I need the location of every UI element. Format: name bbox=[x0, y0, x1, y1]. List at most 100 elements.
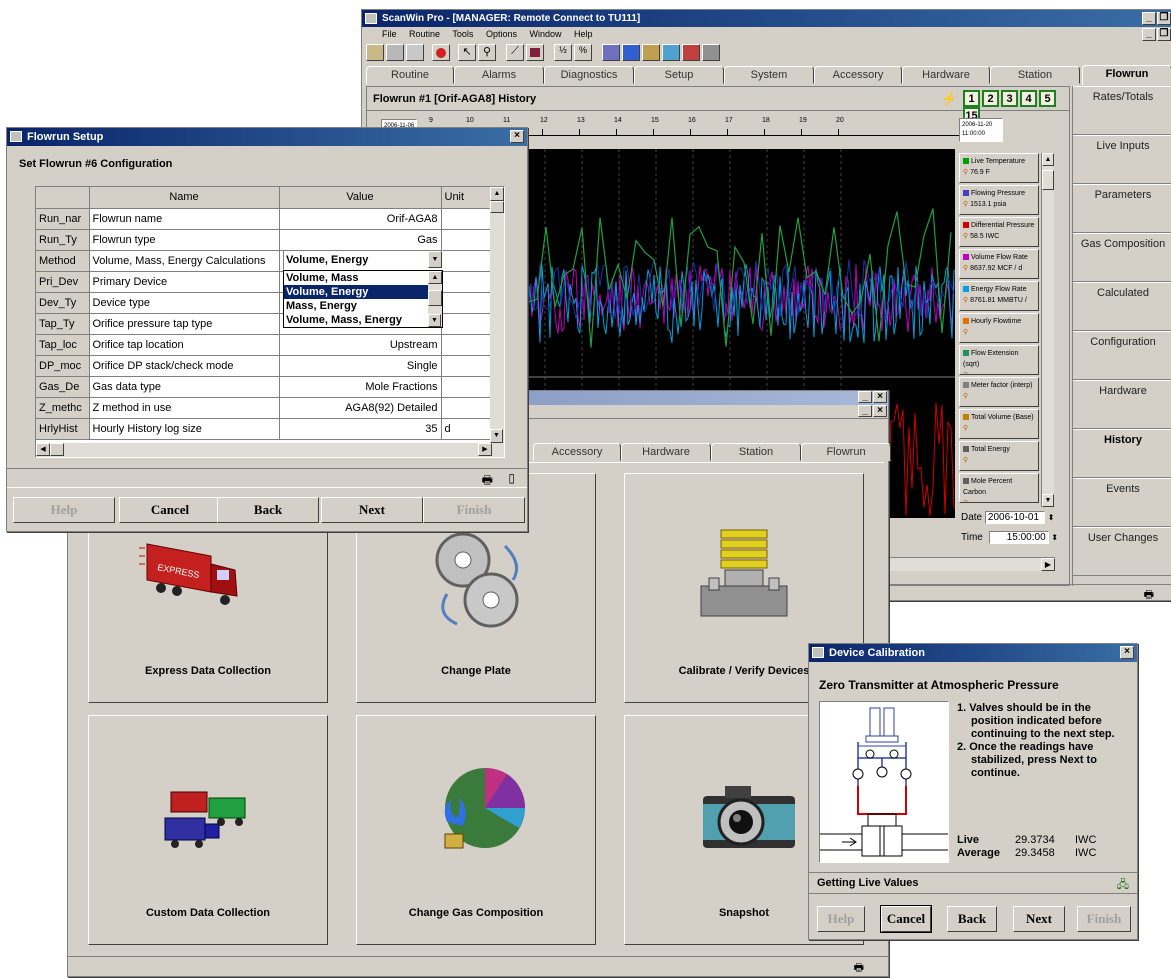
scroll-up-icon[interactable]: ▲ bbox=[1042, 153, 1054, 166]
open-icon[interactable] bbox=[366, 44, 384, 61]
setup-next-button[interactable]: Next bbox=[321, 497, 423, 523]
menu-item-tools[interactable]: Tools bbox=[452, 29, 473, 39]
tasks-tab-flowrun[interactable]: Flowrun bbox=[801, 443, 891, 461]
setup-row[interactable]: Z_methc Z method in use AGA8(92) Detailed bbox=[36, 397, 492, 419]
tab-system[interactable]: System bbox=[724, 66, 814, 84]
channel-item[interactable]: Differential Pressure ⚲ 58.5 IWC bbox=[959, 217, 1039, 247]
setup-help-button[interactable]: Help bbox=[13, 497, 115, 523]
method-combobox[interactable]: Volume, Energy ▼ bbox=[283, 250, 443, 270]
gas-icon[interactable] bbox=[622, 44, 640, 61]
zoom-icon[interactable]: ⚲ bbox=[478, 44, 496, 61]
run-button-1[interactable]: 1 bbox=[963, 90, 980, 107]
tasks-close-icon[interactable]: × bbox=[873, 391, 887, 403]
chart-icon[interactable]: ⟋ bbox=[506, 44, 524, 61]
calc-icon[interactable]: ½ bbox=[554, 44, 572, 61]
setup-row[interactable]: Gas_De Gas data type Mole Fractions bbox=[36, 376, 492, 398]
sidebar-item-rates-totals[interactable]: Rates/Totals bbox=[1073, 86, 1171, 135]
grid-scroll-right-icon[interactable]: ▶ bbox=[478, 443, 492, 456]
calib-next-button[interactable]: Next bbox=[1013, 906, 1065, 932]
tab-setup[interactable]: Setup bbox=[634, 66, 724, 84]
grid-h-scrollbar[interactable]: ◀ ▶ bbox=[36, 443, 504, 457]
row-value[interactable]: Gas bbox=[279, 229, 442, 251]
tasks-tab-station[interactable]: Station bbox=[711, 443, 801, 461]
run-button-5[interactable]: 5 bbox=[1039, 90, 1056, 107]
sidebar-item-hardware[interactable]: Hardware bbox=[1073, 380, 1171, 429]
menu-item-help[interactable]: Help bbox=[574, 29, 593, 39]
run-button-3[interactable]: 3 bbox=[1001, 90, 1018, 107]
dropdown-up-icon[interactable]: ▲ bbox=[428, 271, 442, 284]
calib-help-button[interactable]: Help bbox=[817, 906, 865, 932]
percent-icon[interactable]: % bbox=[574, 44, 592, 61]
tasks-tab-accessory[interactable]: Accessory bbox=[533, 443, 621, 461]
run-button-4[interactable]: 4 bbox=[1020, 90, 1037, 107]
setup-finish-button[interactable]: Finish bbox=[423, 497, 525, 523]
station-icon[interactable] bbox=[642, 44, 660, 61]
dropdown-scrollbar[interactable]: ▲ ▼ bbox=[428, 271, 442, 327]
calib-back-button[interactable]: Back bbox=[947, 906, 997, 932]
dropdown-option[interactable]: Volume, Mass bbox=[284, 271, 429, 285]
menu-item-window[interactable]: Window bbox=[529, 29, 561, 39]
calib-finish-button[interactable]: Finish bbox=[1077, 906, 1131, 932]
channel-item[interactable]: Volume Flow Rate ⚲ 8637.92 MCF / d bbox=[959, 249, 1039, 279]
row-value[interactable]: Upstream bbox=[279, 334, 442, 356]
grid-scroll-thumb[interactable] bbox=[490, 201, 504, 213]
row-value[interactable]: AGA8(92) Detailed bbox=[279, 397, 442, 419]
tab-station[interactable]: Station bbox=[990, 66, 1080, 84]
preview-icon[interactable] bbox=[406, 44, 424, 61]
tab-flowrun[interactable]: Flowrun bbox=[1082, 65, 1171, 85]
time-input[interactable]: 15:00:00 bbox=[988, 531, 1049, 544]
scroll-thumb[interactable] bbox=[1042, 170, 1054, 190]
grid-scroll-left-icon[interactable]: ◀ bbox=[36, 443, 50, 456]
restore-icon[interactable]: ❐ bbox=[1157, 12, 1171, 25]
menu-item-routine[interactable]: Routine bbox=[409, 29, 440, 39]
row-value[interactable]: Orif-AGA8 bbox=[279, 208, 442, 230]
setup-row[interactable]: Run_nar Flowrun name Orif-AGA8 bbox=[36, 208, 492, 230]
stop-icon[interactable] bbox=[526, 44, 544, 61]
alarm-icon[interactable] bbox=[432, 44, 450, 61]
export-icon[interactable] bbox=[682, 44, 700, 61]
sidebar-item-calculated[interactable]: Calculated bbox=[1073, 282, 1171, 331]
menu-item-options[interactable]: Options bbox=[486, 29, 517, 39]
sidebar-item-user-changes[interactable]: User Changes bbox=[1073, 527, 1171, 576]
setup-row[interactable]: DP_moc Orifice DP stack/check mode Single bbox=[36, 355, 492, 377]
setup-row[interactable]: HrlyHist Hourly History log size 35 d bbox=[36, 418, 492, 440]
tasks-minimize-icon[interactable]: _ bbox=[858, 391, 872, 403]
time-spin-icon[interactable]: ⬍ bbox=[1051, 533, 1058, 542]
grid-scroll-up-icon[interactable]: ▲ bbox=[490, 187, 504, 201]
menu-item-file[interactable]: File bbox=[382, 29, 397, 39]
dropdown-option[interactable]: Volume, Mass, Energy bbox=[284, 313, 429, 327]
channel-item[interactable]: Mole Percent Carbon ⚲ bbox=[959, 473, 1039, 503]
channel-scrollbar[interactable]: ▲ ▼ bbox=[1041, 153, 1054, 507]
row-value[interactable]: 35 bbox=[279, 418, 442, 440]
h-scroll-right-icon[interactable]: ▶ bbox=[1041, 558, 1055, 571]
channel-item[interactable]: Live Temperature ⚲ 76.9 F bbox=[959, 153, 1039, 183]
mdi-restore-icon[interactable]: ❐ bbox=[1157, 28, 1171, 41]
device-icon[interactable] bbox=[662, 44, 680, 61]
grid-v-scrollbar[interactable]: ▲ ▼ bbox=[490, 187, 504, 443]
scroll-down-icon[interactable]: ▼ bbox=[1042, 494, 1054, 507]
dropdown-option[interactable]: Volume, Energy bbox=[284, 285, 429, 299]
channel-item[interactable]: Flow Extension (sqrt) ⚲ bbox=[959, 345, 1039, 375]
date-spin-icon[interactable]: ⬍ bbox=[1048, 513, 1055, 522]
sidebar-item-live-inputs[interactable]: Live Inputs bbox=[1073, 135, 1171, 184]
row-value[interactable]: Mole Fractions bbox=[279, 376, 442, 398]
grid-scroll-down-icon[interactable]: ▼ bbox=[490, 429, 503, 443]
dropdown-option[interactable]: Mass, Energy bbox=[284, 299, 429, 313]
setup-back-button[interactable]: Back bbox=[217, 497, 319, 523]
tab-alarms[interactable]: Alarms bbox=[454, 66, 544, 84]
channel-item[interactable]: Hourly Flowtime ⚲ bbox=[959, 313, 1039, 343]
pointer-icon[interactable]: ↖ bbox=[458, 44, 476, 61]
channel-item[interactable]: Total Energy ⚲ bbox=[959, 441, 1039, 471]
minimize-icon[interactable]: _ bbox=[1142, 12, 1156, 25]
channel-item[interactable]: Meter factor (interp) ⚲ bbox=[959, 377, 1039, 407]
sidebar-item-history[interactable]: History bbox=[1073, 429, 1171, 478]
setup-row[interactable]: Run_Ty Flowrun type Gas bbox=[36, 229, 492, 251]
tab-accessory[interactable]: Accessory bbox=[814, 66, 902, 84]
tab-diagnostics[interactable]: Diagnostics bbox=[544, 66, 634, 84]
tile-custom-data-collection[interactable]: Custom Data Collection bbox=[88, 715, 328, 945]
sidebar-item-parameters[interactable]: Parameters bbox=[1073, 184, 1171, 233]
dropdown-thumb[interactable] bbox=[428, 290, 442, 306]
channel-item[interactable]: Flowing Pressure ⚲ 1513.1 psia bbox=[959, 185, 1039, 215]
calib-cancel-button[interactable]: Cancel bbox=[880, 905, 932, 933]
tasks-tab-hardware[interactable]: Hardware bbox=[621, 443, 711, 461]
